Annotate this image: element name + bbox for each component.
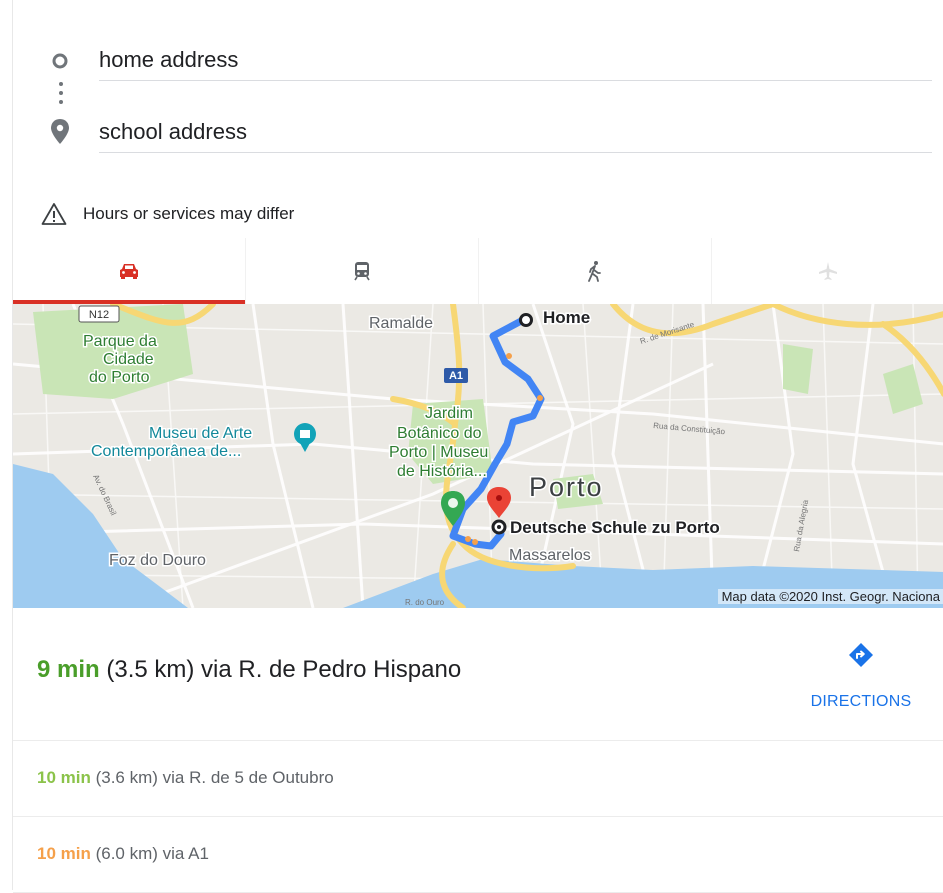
route-details: (3.6 km) via R. de 5 de Outubro: [90, 768, 334, 787]
route-details: (3.5 km) via R. de Pedro Hispano: [99, 656, 462, 683]
map-canvas: N12 A1 Ramalde Parque da Cidade do Porto…: [13, 304, 943, 608]
warning-icon: [41, 203, 67, 225]
route-summary: 10 min (3.6 km) via R. de 5 de Outubro: [37, 768, 334, 788]
label-massarelos: Massarelos: [509, 547, 591, 564]
label-porto: Porto: [529, 472, 604, 502]
hours-warning: Hours or services may differ: [41, 196, 294, 232]
directions-icon: [849, 643, 873, 667]
tab-driving[interactable]: [13, 238, 246, 304]
route-duration: 10 min: [37, 768, 91, 787]
origin-row: home address: [13, 30, 943, 90]
label-foz: Foz do Douro: [109, 552, 206, 569]
label-home: Home: [543, 308, 590, 327]
tab-transit[interactable]: [246, 238, 479, 304]
route-option-best[interactable]: 9 min (3.5 km) via R. de Pedro Hispano D…: [13, 608, 943, 741]
map-attribution: Map data ©2020 Inst. Geogr. Naciona: [717, 589, 943, 604]
label-street-constituicao: Rua da Constituição: [653, 421, 726, 436]
route-summary: 10 min (6.0 km) via A1: [37, 844, 209, 864]
label-school: Deutsche Schule zu Porto: [510, 518, 720, 537]
label-museu-arte-1: Museu de Arte: [149, 425, 252, 442]
travel-mode-tabs: [13, 238, 943, 304]
label-parque-1: Parque da: [83, 333, 157, 350]
destination-input[interactable]: school address: [99, 112, 932, 153]
transit-icon: [354, 262, 370, 281]
origin-circle-icon: [52, 53, 68, 69]
route-map[interactable]: N12 A1 Ramalde Parque da Cidade do Porto…: [13, 304, 943, 608]
route-option-alt-1[interactable]: 10 min (3.6 km) via R. de 5 de Outubro: [13, 740, 943, 817]
origin-input[interactable]: home address: [99, 40, 932, 81]
road-shield-n12: N12: [78, 305, 120, 323]
destination-row: school address: [13, 102, 943, 162]
route-option-alt-2[interactable]: 10 min (6.0 km) via A1: [13, 816, 943, 893]
map-label: N12: [89, 309, 109, 321]
directions-label: DIRECTIONS: [810, 693, 912, 710]
label-jardim-4: de História...: [397, 463, 487, 480]
tab-walking[interactable]: [479, 238, 712, 304]
directions-button[interactable]: DIRECTIONS: [796, 642, 926, 711]
label-street-ouro: R. do Ouro: [405, 598, 445, 607]
warning-text: Hours or services may differ: [83, 204, 295, 223]
flight-icon: [819, 262, 837, 280]
home-marker: [519, 313, 533, 327]
car-icon: [120, 264, 138, 279]
route-summary: 9 min (3.5 km) via R. de Pedro Hispano: [37, 656, 461, 684]
walk-icon: [588, 261, 601, 282]
label-parque-3: do Porto: [89, 369, 150, 386]
label-jardim-1: Jardim: [425, 405, 473, 422]
label-ramalde: Ramalde: [369, 315, 433, 332]
label-jardim-3: Porto | Museu: [389, 444, 488, 461]
route-details: (6.0 km) via A1: [90, 844, 209, 863]
route-duration: 10 min: [37, 844, 91, 863]
label-museu-arte-2: Contemporânea de...: [91, 443, 241, 460]
label-jardim-2: Botânico do: [397, 425, 482, 442]
map-label: A1: [449, 370, 463, 382]
road-shield-a1: A1: [444, 368, 468, 383]
tab-flights[interactable]: [712, 238, 943, 304]
label-parque-2: Cidade: [103, 351, 154, 368]
destination-pin-icon: [51, 119, 69, 144]
directions-panel: home address school address Hours or ser…: [12, 0, 943, 893]
route-duration: 9 min: [37, 656, 100, 683]
